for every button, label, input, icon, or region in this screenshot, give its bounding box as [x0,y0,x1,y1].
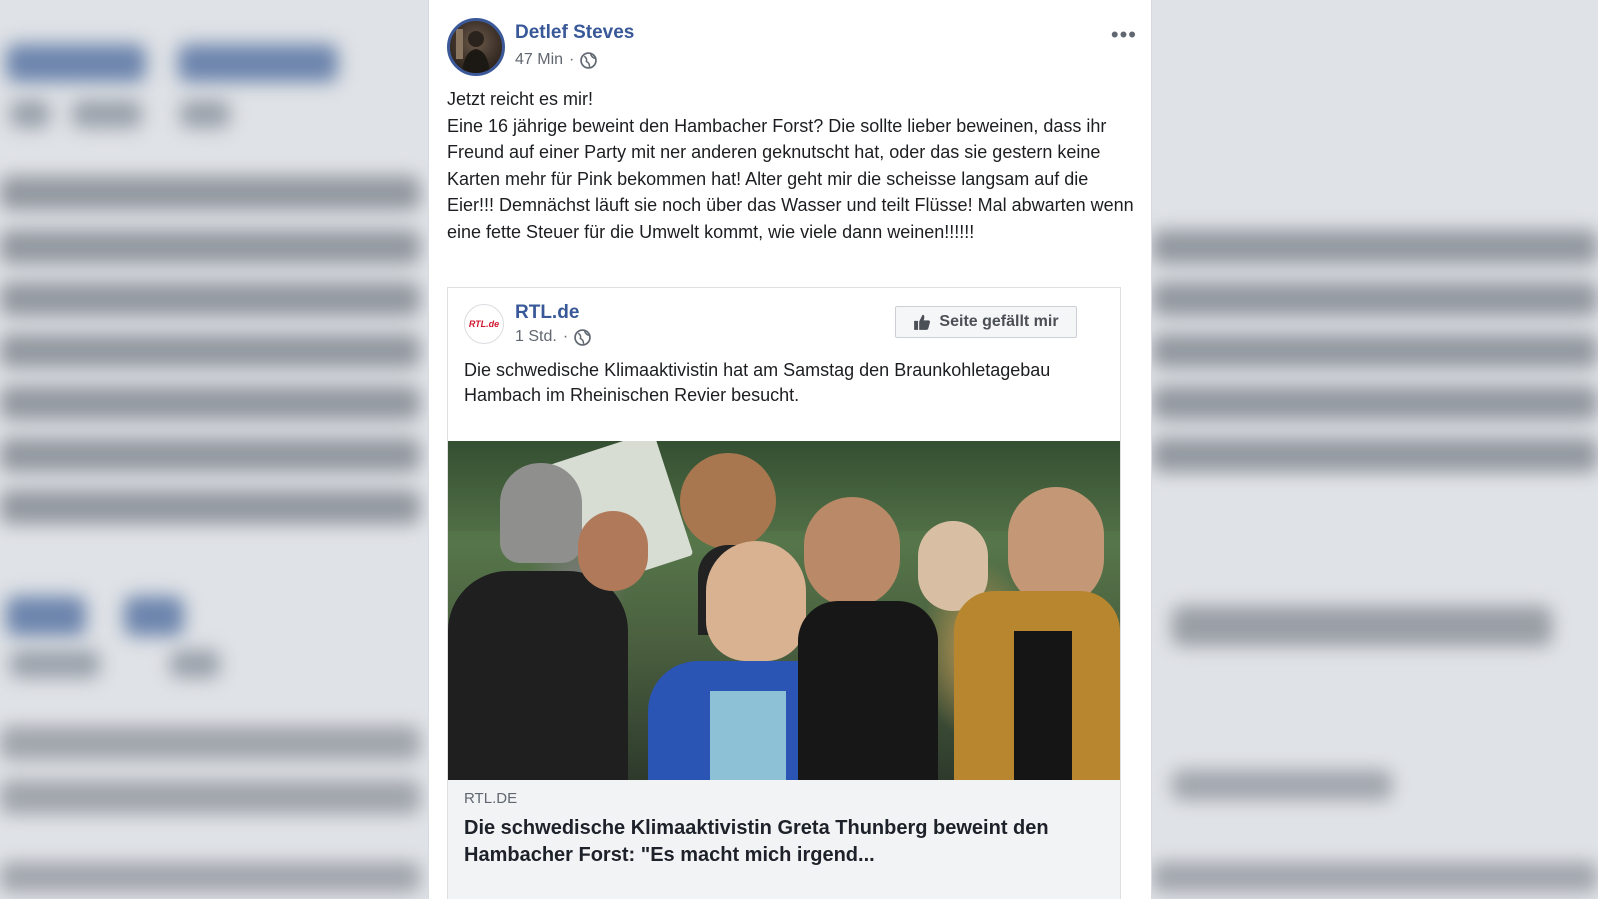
black-shirt [1014,631,1072,780]
blur-block [0,334,420,368]
link-caption[interactable]: RTL.DE Die schwedische Klimaaktivistin G… [448,780,1120,899]
thumbs-up-icon [914,314,931,330]
blurred-background-left [0,0,428,899]
blur-block [6,44,146,82]
author-avatar[interactable] [447,18,505,76]
blur-block [1152,282,1598,316]
blur-block [0,176,420,210]
blur-block [0,282,420,316]
rtl-logo[interactable]: RTL.de [464,304,504,344]
person-silhouette-icon [456,29,490,73]
shared-timestamp[interactable]: 1 Std. [515,328,557,346]
more-options-icon[interactable]: ••• [1111,22,1137,48]
blur-block [124,596,184,636]
post-text: Jetzt reicht es mir! Eine 16 jährige bew… [447,89,1134,242]
blur-block [1152,862,1598,892]
author-name[interactable]: Detlef Steves [515,22,634,44]
post-timestamp[interactable]: 47 Min [515,51,563,69]
blur-block [180,100,230,128]
link-title[interactable]: Die schwedische Klimaaktivistin Greta Th… [464,815,1104,869]
curly-hair-head [680,453,776,549]
facebook-post: Detlef Steves 47 Min · ••• Jetzt reicht … [428,0,1152,899]
blur-block [6,596,86,636]
meta-separator: · [569,51,575,68]
blur-block [1152,230,1598,264]
blur-block [10,650,100,678]
blur-block [1152,386,1598,420]
shared-post: RTL.de RTL.de 1 Std. · Seite gefällt mir… [447,287,1121,899]
blur-block [1152,334,1598,368]
like-page-label: Seite gefällt mir [939,313,1059,330]
shared-text: Die schwedische Klimaaktivistin hat am S… [464,360,1051,405]
blur-block [0,726,420,760]
light-blue-shirt [710,691,786,780]
shared-meta: 1 Std. · [515,328,591,346]
like-page-button[interactable]: Seite gefällt mir [895,306,1077,338]
post-meta: 47 Min · [515,51,598,69]
blur-block [0,490,420,524]
person-head [1008,487,1104,607]
person-head [578,511,648,591]
person-body [798,601,938,780]
blur-block [0,230,420,264]
girl-face [706,541,806,661]
link-preview-image[interactable] [448,441,1120,780]
post-header: Detlef Steves 47 Min · ••• [447,18,1137,78]
blur-block [1152,438,1598,472]
meta-separator: · [562,328,569,345]
blur-block [0,862,420,892]
globe-icon[interactable] [574,328,591,346]
page-name[interactable]: RTL.de [515,302,579,324]
shared-post-header: RTL.de RTL.de 1 Std. · Seite gefällt mir [464,302,1104,352]
blur-block [1172,606,1552,646]
blur-block [170,650,220,678]
person-head [804,497,900,607]
blur-block [1172,770,1392,800]
blur-block [72,100,142,128]
blurred-background-right [1152,0,1598,899]
blur-block [0,438,420,472]
blur-block [178,44,338,82]
globe-icon[interactable] [580,51,598,69]
blur-block [10,100,50,128]
blur-block [0,386,420,420]
link-domain: RTL.DE [464,790,518,807]
blur-block [0,780,420,814]
masked-person-body [448,571,628,780]
masked-head [500,463,582,563]
